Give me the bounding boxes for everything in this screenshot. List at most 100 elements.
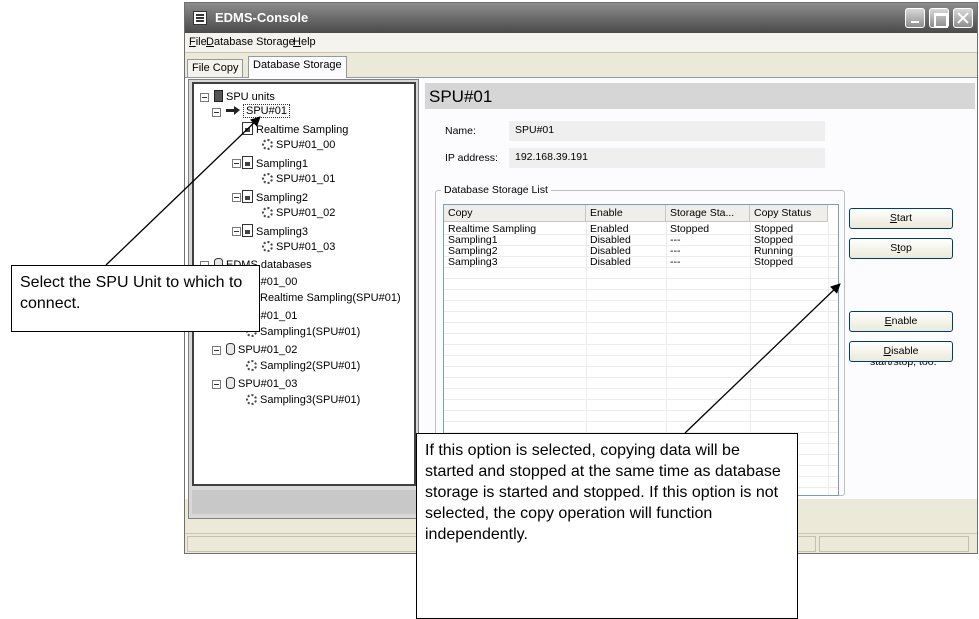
- ip-address-label: IP address:: [445, 152, 498, 164]
- tree-node-db-spu01-03[interactable]: SPU#01_03: [226, 377, 297, 390]
- row-divider: [444, 421, 838, 422]
- maximize-button[interactable]: [929, 8, 949, 28]
- column-header-enable[interactable]: Enable: [586, 205, 666, 222]
- tree-node-label: Sampling1(SPU#01): [260, 326, 361, 338]
- gear-icon: [246, 360, 257, 371]
- tab-file-copy[interactable]: File Copy: [187, 59, 244, 77]
- tree-node-db-realtime-sampling[interactable]: Realtime Sampling(SPU#01): [246, 292, 401, 304]
- tree-node-sampling3[interactable]: Sampling3: [242, 224, 308, 238]
- tree-node-label: Sampling2(SPU#01): [260, 360, 361, 372]
- row-divider: [444, 300, 838, 301]
- minimize-button[interactable]: [905, 8, 925, 28]
- enable-button-label: nable: [891, 315, 918, 327]
- callout-copy-option: If this option is selected, copying data…: [416, 433, 798, 619]
- enable-button[interactable]: Enable: [849, 311, 953, 332]
- tree-node-realtime-sampling[interactable]: Realtime Sampling: [242, 122, 348, 136]
- start-button-mnemonic: S: [889, 212, 897, 224]
- tree-node-spu01-03[interactable]: SPU#01_03: [262, 241, 335, 253]
- row-divider: [444, 399, 838, 400]
- collapse-icon[interactable]: [212, 346, 221, 355]
- document-icon: [242, 224, 253, 237]
- name-field: SPU#01: [509, 121, 825, 141]
- tree-node-label: SPU units: [226, 91, 275, 103]
- status-cell: [819, 536, 969, 552]
- row-divider: [444, 289, 838, 290]
- title-bar[interactable]: EDMS-Console: [185, 3, 977, 33]
- callout-select-spu: Select the SPU Unit to which to connect.: [11, 265, 260, 332]
- tree-node-sampling2[interactable]: Sampling2: [242, 190, 308, 204]
- row-divider: [444, 278, 838, 279]
- row-divider: [444, 322, 838, 323]
- menu-database-storage[interactable]: Database Storage: [206, 36, 295, 48]
- tree-node-label: Sampling3(SPU#01): [260, 394, 361, 406]
- column-header-copy-status[interactable]: Copy Status: [750, 205, 828, 222]
- tree-node-label: SPU#01_00: [276, 139, 336, 151]
- start-button[interactable]: Start: [849, 208, 953, 229]
- tree-node-label: Realtime Sampling: [256, 124, 349, 136]
- server-icon: [214, 90, 223, 102]
- tree-node-spu01-01[interactable]: SPU#01_01: [262, 173, 335, 185]
- row-divider: [444, 344, 838, 345]
- tree-node-db-sampling3[interactable]: Sampling3(SPU#01): [246, 394, 360, 406]
- row-divider: [444, 311, 838, 312]
- row-divider: [444, 388, 838, 389]
- window-title: EDMS-Console: [215, 10, 309, 25]
- app-icon: [193, 11, 207, 25]
- gear-icon: [262, 241, 273, 252]
- row-divider: [444, 355, 838, 356]
- tree-node-label: SPU#01_02: [238, 344, 298, 356]
- tree-node-sampling1[interactable]: Sampling1: [242, 156, 308, 170]
- column-header-storage-status[interactable]: Storage Sta...: [666, 205, 750, 222]
- row-divider: [444, 333, 838, 334]
- tree-node-spu01-02[interactable]: SPU#01_02: [262, 207, 335, 219]
- stop-button[interactable]: Stop: [849, 238, 953, 259]
- menu-file-mnemonic: F: [189, 36, 196, 48]
- name-label: Name:: [445, 125, 476, 137]
- collapse-icon[interactable]: [200, 93, 209, 102]
- tree-node-label: SPU#01_02: [276, 207, 336, 219]
- menu-bar: File Database Storage Help: [185, 33, 977, 53]
- tree-node-label: Sampling2: [256, 192, 308, 204]
- collapse-icon[interactable]: [212, 108, 221, 117]
- collapse-icon[interactable]: [212, 380, 221, 389]
- gear-icon: [262, 139, 273, 150]
- tree-node-spu01-00[interactable]: SPU#01_00: [262, 139, 335, 151]
- tree-node-label: SPU#01_03: [238, 378, 298, 390]
- tree-node-label: Sampling3: [256, 226, 308, 238]
- collapse-icon[interactable]: [232, 159, 241, 168]
- collapse-icon[interactable]: [232, 227, 241, 236]
- tree-node-label: Sampling1: [256, 158, 308, 170]
- menu-file[interactable]: File: [189, 36, 207, 48]
- document-icon: [242, 156, 253, 169]
- disable-button-mnemonic: D: [883, 345, 892, 357]
- tree-node-spu-units[interactable]: SPU units: [214, 90, 275, 103]
- gear-icon: [262, 173, 273, 184]
- cell-copy-status: Stopped: [754, 256, 794, 268]
- tree-node-db-sampling1[interactable]: Sampling1(SPU#01): [246, 326, 360, 338]
- tab-strip: File Copy Database Storage: [185, 56, 977, 78]
- cell-copy: Sampling3: [448, 256, 498, 268]
- tree-node-spu01[interactable]: SPU#01: [226, 104, 290, 118]
- disable-button-label: isable: [891, 345, 919, 357]
- cell-enable: Disabled: [590, 256, 631, 268]
- tree-status-area: [192, 490, 416, 514]
- document-icon: [242, 122, 253, 135]
- row-divider: [444, 410, 838, 411]
- tab-database-storage[interactable]: Database Storage: [248, 56, 347, 78]
- collapse-icon[interactable]: [232, 193, 241, 202]
- cell-storage-status: ---: [670, 256, 681, 268]
- close-button[interactable]: [953, 8, 973, 28]
- page-title: SPU#01: [425, 83, 975, 109]
- tree-node-label: SPU#01: [243, 104, 290, 118]
- database-icon: [226, 377, 235, 389]
- gear-icon: [246, 394, 257, 405]
- column-header-copy[interactable]: Copy: [444, 205, 586, 222]
- menu-help-mnemonic: H: [293, 36, 301, 48]
- disable-button[interactable]: Disable: [849, 341, 953, 362]
- tree-node-db-spu01-02[interactable]: SPU#01_02: [226, 343, 297, 356]
- tree-node-label: Realtime Sampling(SPU#01): [260, 292, 401, 304]
- row-divider: [444, 377, 838, 378]
- menu-database-storage-label: atabase Storage: [213, 36, 295, 48]
- menu-help[interactable]: Help: [293, 36, 316, 48]
- tree-node-db-sampling2[interactable]: Sampling2(SPU#01): [246, 360, 360, 372]
